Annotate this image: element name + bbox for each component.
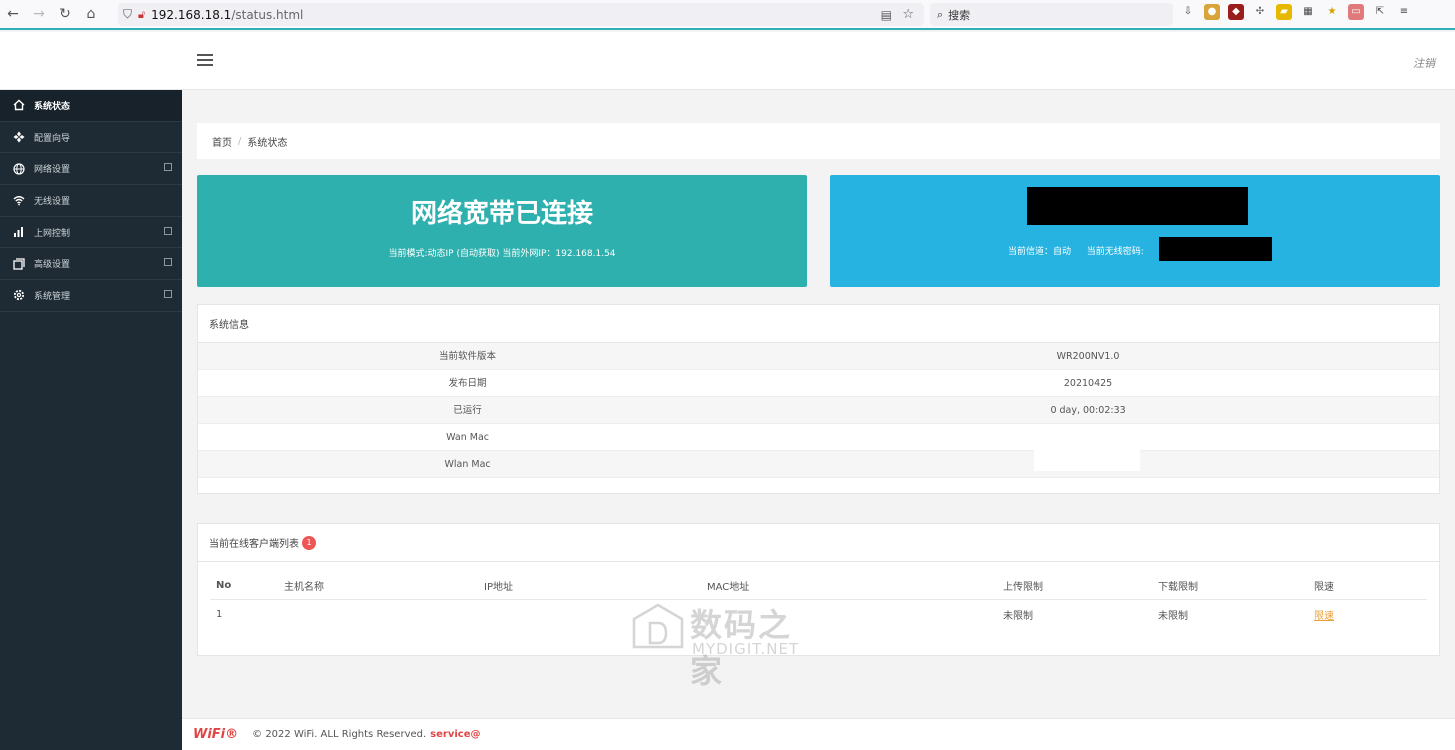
share-icon[interactable]: ⇱ <box>1372 4 1388 20</box>
sidebar-item-label: 高级设置 <box>34 260 71 271</box>
table-row: Wlan Mac <box>198 445 1439 478</box>
insecure-lock-icon[interactable]: 🔓︎ <box>138 8 145 22</box>
home-icon[interactable]: ⌂ <box>78 6 104 22</box>
footer-service-link[interactable]: service@ <box>430 729 480 740</box>
expand-toggle-icon[interactable] <box>164 226 172 235</box>
speed-limit-link[interactable]: 限速 <box>1314 611 1334 622</box>
footer-copyright: © 2022 WiFi. ALL Rights Reserved. <box>252 729 427 740</box>
wizard-icon <box>12 130 26 144</box>
home-icon <box>12 98 26 112</box>
redacted-ssid <box>1027 187 1248 225</box>
panel-title: 当前在线客户端列表 1 <box>198 524 1439 562</box>
sidebar-item-label: 系统状态 <box>34 101 71 112</box>
expand-toggle-icon[interactable] <box>164 258 172 267</box>
menu-icon[interactable]: ≡ <box>1396 4 1412 20</box>
browser-toolbar: ← → ↻ ⌂ ⛉ 🔓︎ 192.168.18.1/status.html ▤ … <box>0 0 1455 30</box>
table-row: 已运行 0 day, 00:02:33 <box>198 397 1439 424</box>
wireless-status-detail: 当前信道：自动 当前无线密码: <box>1008 244 1144 257</box>
search-icon: ⌕ <box>937 7 944 21</box>
sidebar-item-wireless[interactable]: 无线设置 <box>0 185 182 217</box>
watermark-logo-icon <box>632 603 684 649</box>
table-row: Wan Mac <box>198 424 1439 451</box>
breadcrumb: 首页 / 系统状态 <box>197 123 1440 159</box>
wan-status-detail: 当前模式:动态IP (自动获取) 当前外网IP：192.168.1.54 <box>388 249 616 259</box>
table-row: 发布日期 20210425 <box>198 370 1439 397</box>
breadcrumb-current: 系统状态 <box>247 137 288 149</box>
client-count-badge: 1 <box>302 535 316 550</box>
qr-code-icon[interactable]: ▦ <box>1300 4 1316 20</box>
sidebar-item-label: 系统管理 <box>34 291 71 302</box>
redacted-password <box>1159 237 1272 261</box>
hamburger-menu-icon[interactable] <box>197 54 213 66</box>
extension-icon-1[interactable]: ● <box>1204 4 1220 20</box>
system-info-panel: 系统信息 当前软件版本 WR200NV1.0 发布日期 20210425 已运行 0 … <box>197 304 1440 494</box>
breadcrumb-separator: / <box>238 135 242 147</box>
download-icon[interactable]: ⇩ <box>1180 4 1196 20</box>
wireless-status-card: 当前信道：自动 当前无线密码: <box>830 175 1440 287</box>
reload-icon[interactable]: ↻ <box>52 6 78 22</box>
logout-link[interactable]: 注销 <box>1413 55 1435 71</box>
sidebar: 系统状态 配置向导 网络设置 无线设置 上网控制 高级设置 系统管理 <box>0 90 182 750</box>
app-header: 注销 <box>0 32 1455 90</box>
extension-icon-5[interactable]: ▭ <box>1348 4 1364 20</box>
expand-toggle-icon[interactable] <box>164 163 172 172</box>
bookmark-star-icon[interactable]: ☆ <box>902 7 914 22</box>
back-icon[interactable]: ← <box>0 6 26 22</box>
wifi-icon <box>12 193 26 207</box>
wireless-password-label: 当前无线密码: <box>1086 247 1144 257</box>
reader-mode-icon[interactable]: ▤ <box>881 8 892 22</box>
extension-icon-3[interactable]: ▰ <box>1276 4 1292 20</box>
sidebar-item-network[interactable]: 网络设置 <box>0 153 182 186</box>
extension-icon-4[interactable]: ★ <box>1324 4 1340 20</box>
bars-icon <box>12 225 26 239</box>
search-input[interactable]: 搜索 <box>948 7 970 23</box>
footer: WiFi® © 2022 WiFi. ALL Rights Reserved. … <box>182 718 1455 750</box>
globe-icon <box>12 162 26 176</box>
sidebar-item-label: 上网控制 <box>34 228 71 239</box>
sidebar-item-wizard[interactable]: 配置向导 <box>0 122 182 154</box>
expand-toggle-icon[interactable] <box>164 290 172 299</box>
table-header-row: No 主机名称 IP地址 MAC地址 上传限制 下载限制 限速 <box>210 572 1427 600</box>
extension-icon-2[interactable]: ✣ <box>1252 4 1268 20</box>
breadcrumb-home-link[interactable]: 首页 <box>212 134 232 149</box>
url-bar[interactable]: ⛉ 🔓︎ 192.168.18.1/status.html ▤ ☆ <box>118 3 924 26</box>
table-row: 当前软件版本 WR200NV1.0 <box>198 343 1439 370</box>
footer-brand: WiFi® <box>193 727 239 742</box>
shield-icon[interactable]: ⛉ <box>123 7 132 22</box>
url-path: /status.html <box>231 7 304 22</box>
sidebar-item-label: 网络设置 <box>34 165 71 176</box>
redacted-wlan-mac <box>1034 445 1141 471</box>
system-info-table: 当前软件版本 WR200NV1.0 发布日期 20210425 已运行 0 day, … <box>198 343 1439 478</box>
sidebar-item-access-control[interactable]: 上网控制 <box>0 217 182 249</box>
sidebar-item-status[interactable]: 系统状态 <box>0 90 182 122</box>
watermark-text-en: MYDIGIT.NET <box>692 640 800 658</box>
forward-icon[interactable]: → <box>26 6 52 22</box>
copy-icon <box>12 257 26 271</box>
sidebar-item-advanced[interactable]: 高级设置 <box>0 248 182 281</box>
sidebar-item-label: 无线设置 <box>34 196 71 207</box>
extensions-bar: ⇩ ● ◆ ✣ ▰ ▦ ★ ▭ ⇱ ≡ <box>1180 4 1412 20</box>
sidebar-item-system[interactable]: 系统管理 <box>0 280 182 312</box>
watermark: 数码之家 MYDIGIT.NET <box>630 600 824 690</box>
gear-icon <box>12 288 26 302</box>
wireless-channel: 当前信道：自动 <box>1008 247 1072 257</box>
wan-status-card: 网络宽带已连接 当前模式:动态IP (自动获取) 当前外网IP：192.168.… <box>197 175 807 287</box>
sidebar-item-label: 配置向导 <box>34 133 71 144</box>
panel-title: 系统信息 <box>198 305 1439 343</box>
search-box[interactable]: ⌕ 搜索 <box>930 3 1173 26</box>
wan-status-title: 网络宽带已连接 <box>410 199 593 229</box>
ublock-icon[interactable]: ◆ <box>1228 4 1244 20</box>
url-host: 192.168.18.1 <box>151 7 232 22</box>
